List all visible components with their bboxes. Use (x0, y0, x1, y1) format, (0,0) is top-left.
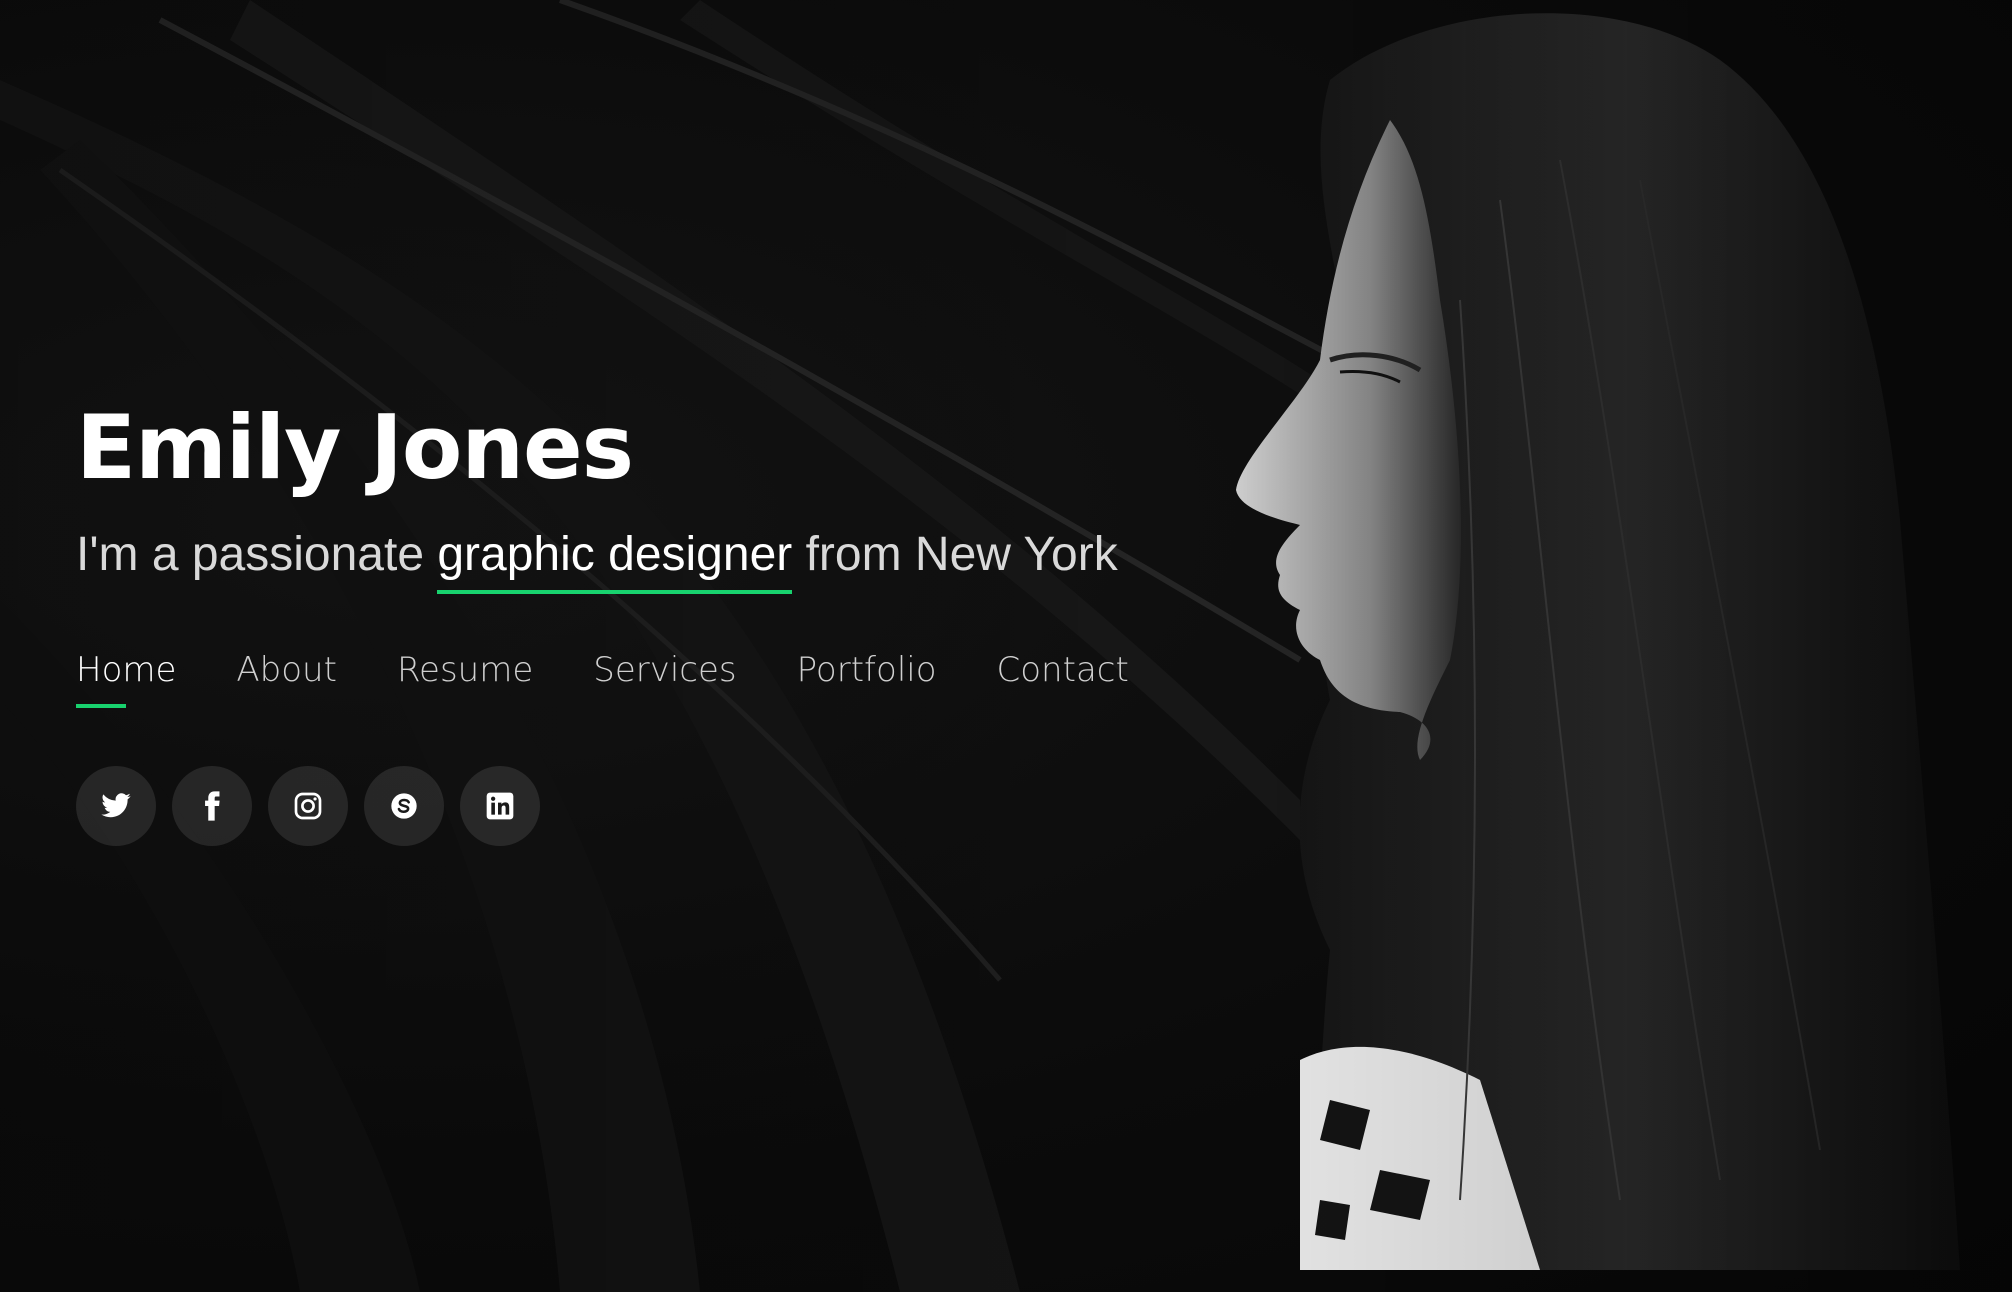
facebook-icon (205, 791, 220, 821)
tagline-prefix: I'm a passionate (76, 527, 438, 581)
hero-name: Emily Jones (76, 396, 634, 499)
main-nav: Home About Resume Services Portfolio Con… (76, 650, 1276, 708)
nav-about[interactable]: About (236, 650, 337, 708)
nav-home[interactable]: Home (76, 650, 176, 708)
instagram-icon (294, 792, 322, 820)
linkedin-button[interactable] (460, 765, 540, 846)
facebook-button[interactable] (172, 765, 252, 846)
hero-section: Emily Jones I'm a passionate graphic des… (0, 0, 2012, 1292)
twitter-button[interactable] (76, 765, 156, 846)
instagram-button[interactable] (268, 765, 348, 846)
nav-services[interactable]: Services (593, 650, 736, 708)
nav-resume[interactable]: Resume (397, 650, 533, 708)
social-links (76, 765, 1276, 846)
hero-content: Emily Jones I'm a passionate graphic des… (76, 396, 1276, 846)
hero-tagline: I'm a passionate graphic designer from N… (76, 527, 1276, 594)
tagline-highlight: graphic designer (437, 527, 793, 594)
skype-icon (391, 793, 417, 819)
linkedin-icon (486, 792, 514, 820)
skype-button[interactable] (364, 765, 444, 846)
nav-contact[interactable]: Contact (997, 650, 1129, 708)
twitter-icon (101, 793, 131, 817)
nav-portfolio[interactable]: Portfolio (797, 650, 937, 708)
tagline-suffix: from New York (792, 527, 1118, 581)
